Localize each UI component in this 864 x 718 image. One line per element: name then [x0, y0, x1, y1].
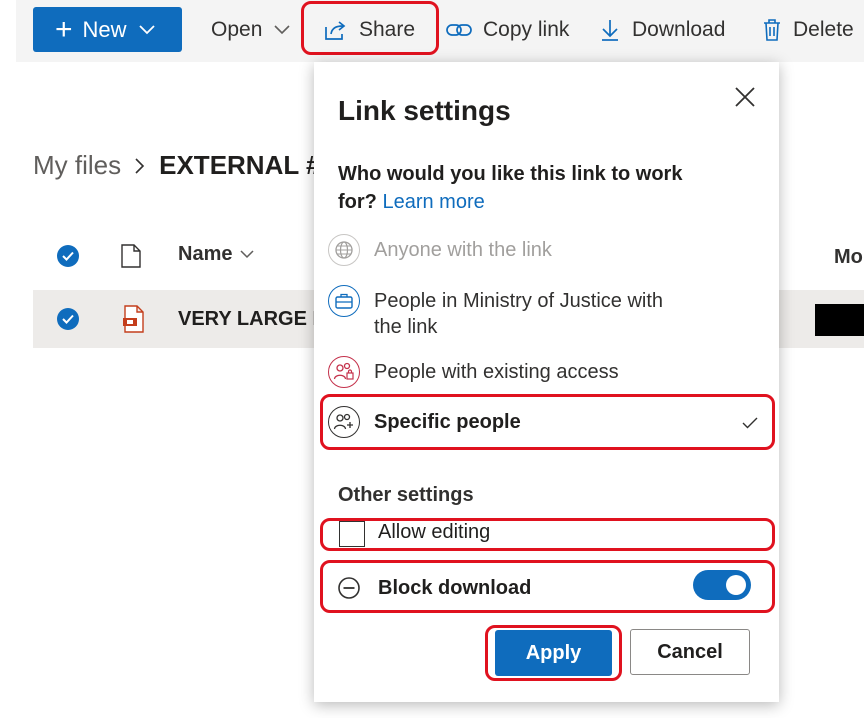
file-type-icon	[121, 244, 141, 268]
column-header-modified[interactable]: Mo	[834, 246, 863, 269]
people-lock-icon	[328, 356, 360, 388]
chevron-right-icon	[135, 157, 145, 174]
breadcrumb-root[interactable]: My files	[33, 150, 121, 181]
download-icon	[602, 20, 618, 41]
audience-question: Who would you like this link to work for…	[338, 160, 718, 216]
other-settings-heading: Other settings	[338, 484, 474, 506]
checkmark-icon	[62, 251, 74, 261]
new-button[interactable]: + New	[33, 7, 182, 52]
option-existing-access-label: People with existing access	[374, 361, 619, 383]
select-all-checkbox[interactable]	[57, 245, 79, 267]
download-label: Download	[632, 18, 726, 41]
specific-people-highlight	[320, 394, 775, 450]
delete-label: Delete	[793, 18, 854, 41]
option-existing-access[interactable]: People with existing access	[328, 356, 694, 388]
breadcrumb-current: EXTERNAL #1	[159, 150, 335, 180]
apply-highlight	[485, 625, 622, 681]
redaction-block	[815, 304, 864, 336]
panel-title: Link settings	[338, 95, 511, 126]
open-label: Open	[211, 18, 263, 41]
pdf-file-icon	[123, 305, 144, 333]
chevron-down-icon	[274, 25, 290, 35]
globe-icon	[328, 234, 360, 266]
row-checkbox[interactable]	[57, 308, 79, 330]
open-button[interactable]: Open	[211, 10, 290, 50]
allow-editing-highlight	[320, 518, 775, 551]
learn-more-link[interactable]: Learn more	[382, 191, 484, 213]
copy-link-button[interactable]: Copy link	[446, 10, 569, 50]
checkmark-icon	[62, 314, 74, 324]
download-button[interactable]: Download	[599, 10, 725, 50]
block-download-highlight	[320, 560, 775, 613]
plus-icon: +	[55, 12, 73, 46]
cancel-button[interactable]: Cancel	[630, 629, 750, 675]
share-highlight	[301, 1, 439, 55]
trash-icon	[764, 19, 780, 41]
column-name-label: Name	[178, 243, 233, 265]
new-button-label: New	[82, 16, 127, 42]
file-name[interactable]: VERY LARGE FI	[178, 308, 330, 331]
option-organization[interactable]: People in Ministry of Justice with the l…	[328, 285, 694, 340]
option-organization-label: People in Ministry of Justice with the l…	[374, 290, 664, 338]
briefcase-icon	[328, 285, 360, 317]
breadcrumb: My files EXTERNAL #1	[33, 150, 335, 181]
delete-button[interactable]: Delete	[762, 10, 854, 50]
copy-link-label: Copy link	[483, 18, 570, 41]
close-icon[interactable]	[732, 84, 758, 110]
option-anyone[interactable]: Anyone with the link	[328, 234, 694, 266]
chevron-down-icon	[240, 250, 255, 259]
column-header-name[interactable]: Name	[178, 243, 255, 266]
option-anyone-label: Anyone with the link	[374, 239, 552, 261]
link-icon	[446, 24, 472, 36]
chevron-down-icon	[138, 24, 155, 34]
